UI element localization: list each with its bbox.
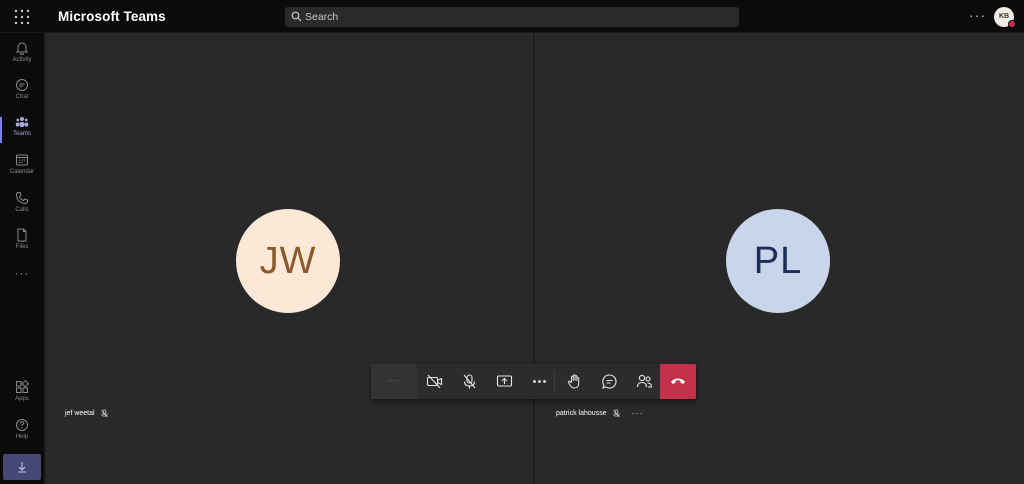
participant-avatar: PL xyxy=(726,209,830,313)
rail-item-calendar[interactable]: Calendar xyxy=(0,153,44,187)
participant-name-tag: jef weetal xyxy=(65,407,109,419)
chat-icon xyxy=(602,374,617,389)
calendar-icon xyxy=(16,154,28,166)
more-icon xyxy=(533,380,546,383)
participant-avatar: JW xyxy=(236,209,340,313)
rail-item-files[interactable]: Files xyxy=(0,228,44,262)
mic-off-icon xyxy=(463,374,476,389)
phone-icon xyxy=(15,192,28,205)
mic-off-icon xyxy=(100,408,108,417)
search-input[interactable] xyxy=(305,7,725,27)
download-icon xyxy=(18,462,26,473)
camera-toggle-button[interactable] xyxy=(417,364,452,399)
title-bar: Microsoft Teams ··· KB xyxy=(0,0,1024,33)
download-button[interactable] xyxy=(3,454,41,480)
meeting-stage: JW PL jef weetal patrick lahousse ··· xyxy=(44,33,1024,484)
rail-item-apps[interactable]: Apps xyxy=(0,380,44,414)
bell-icon xyxy=(15,42,29,55)
camera-off-icon xyxy=(426,374,443,389)
presence-badge xyxy=(1008,20,1016,28)
help-icon xyxy=(16,419,28,431)
show-participants-button[interactable] xyxy=(627,364,662,399)
participant-name: patrick lahousse xyxy=(556,409,607,417)
apps-icon xyxy=(16,380,29,393)
rail-item-chat[interactable]: Chat xyxy=(0,78,44,112)
hang-up-icon xyxy=(671,378,685,384)
share-screen-icon xyxy=(496,375,513,387)
participant-name-tag: patrick lahousse ··· xyxy=(556,407,644,419)
participants-icon xyxy=(636,374,653,388)
raise-hand-button[interactable] xyxy=(557,364,592,399)
chat-icon xyxy=(16,79,28,91)
rail-item-teams[interactable]: Teams xyxy=(0,115,44,149)
app-rail: Activity Chat Teams Calendar Calls Files… xyxy=(0,33,44,484)
mic-toggle-button[interactable] xyxy=(452,364,487,399)
mic-off-icon xyxy=(612,408,620,417)
search-icon xyxy=(291,11,302,22)
rail-item-calls[interactable]: Calls xyxy=(0,191,44,225)
teams-icon xyxy=(15,117,29,127)
rail-item-activity[interactable]: Activity xyxy=(0,41,44,75)
participant-more-icon[interactable]: ··· xyxy=(632,408,644,418)
toolbar-divider xyxy=(554,371,555,392)
settings-more-icon[interactable]: ··· xyxy=(969,8,986,22)
rail-item-help[interactable]: Help xyxy=(0,418,44,452)
call-control-bar: --:-- xyxy=(371,364,696,399)
search-box[interactable] xyxy=(285,7,739,27)
app-launcher-icon[interactable] xyxy=(14,9,30,25)
rail-more-icon[interactable]: ··· xyxy=(0,266,44,280)
hang-up-button[interactable] xyxy=(660,364,696,399)
participant-name: jef weetal xyxy=(65,409,95,417)
meeting-chat-button[interactable] xyxy=(592,364,627,399)
more-actions-button[interactable] xyxy=(522,364,557,399)
raise-hand-icon xyxy=(567,374,580,389)
share-screen-button[interactable] xyxy=(487,364,522,399)
call-timer: --:-- xyxy=(371,364,417,399)
file-icon xyxy=(17,228,27,242)
app-title: Microsoft Teams xyxy=(58,9,166,24)
